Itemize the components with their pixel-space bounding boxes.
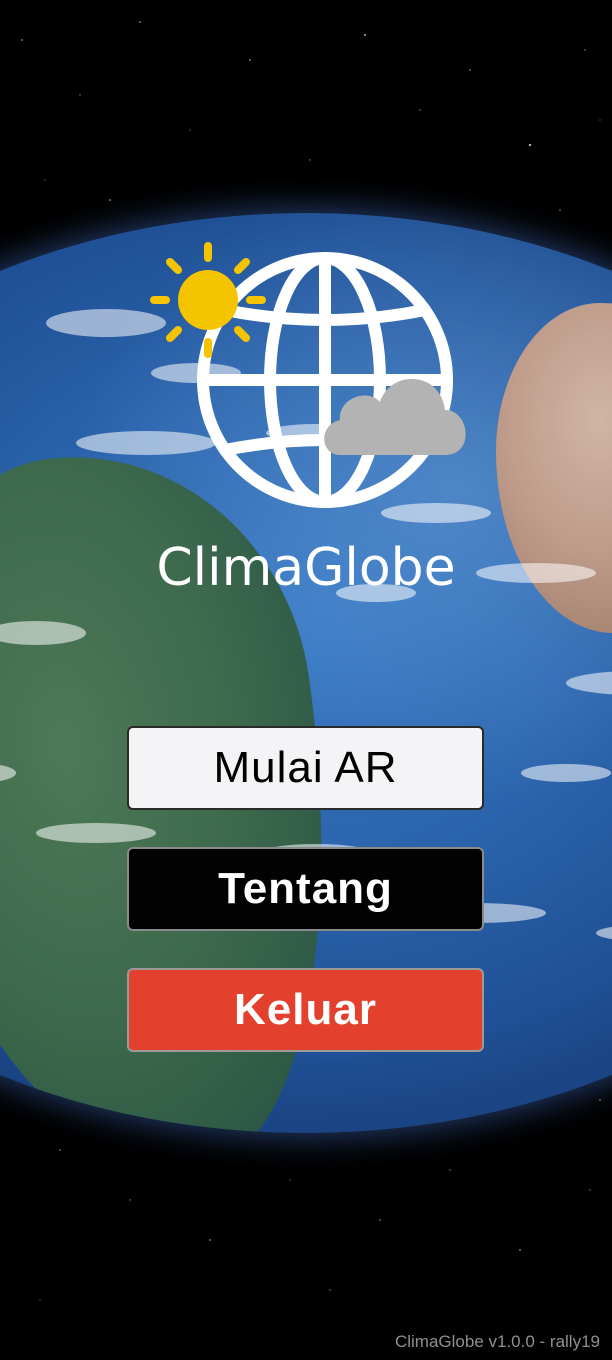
exit-button[interactable]: Keluar — [127, 968, 484, 1052]
main-menu-screen: ClimaGlobe Mulai AR Tentang Keluar Clima… — [0, 0, 612, 1360]
start-ar-button[interactable]: Mulai AR — [127, 726, 484, 810]
globe-sun-cloud-icon — [150, 242, 466, 508]
version-label: ClimaGlobe v1.0.0 - rally19 — [394, 1332, 600, 1351]
sun-icon — [150, 242, 266, 358]
about-button[interactable]: Tentang — [127, 847, 484, 931]
app-title: ClimaGlobe — [156, 538, 456, 598]
